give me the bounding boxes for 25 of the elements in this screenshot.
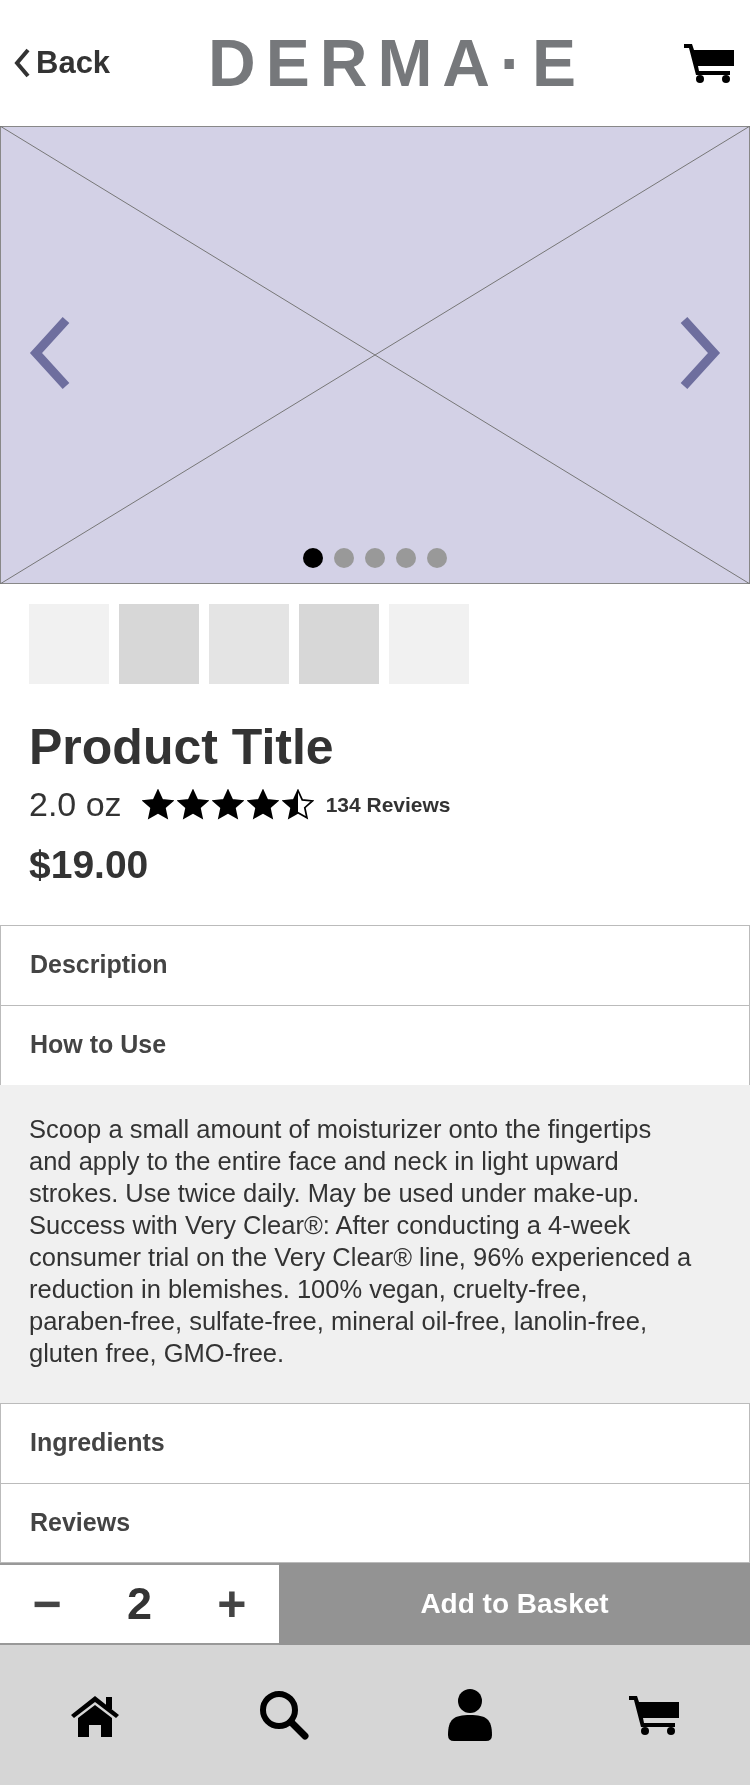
chevron-left-icon [14,48,30,78]
product-title: Product Title [29,720,335,775]
cart-icon[interactable] [684,42,736,84]
user-icon[interactable] [447,1688,492,1741]
review-count[interactable]: 134 Reviews [325,788,451,821]
accordion-header[interactable]: Description [0,924,750,1005]
thumbnail[interactable] [299,604,379,684]
product-size: 2.0 oz [29,784,122,825]
cart-icon[interactable] [629,1693,682,1736]
back-link[interactable]: Back [14,39,111,87]
minus-button[interactable]: − [32,1578,62,1629]
thumbnail[interactable] [119,604,199,684]
accordion-header[interactable]: Ingredients [0,1402,750,1483]
body-paragraph: Success with Very Clear®: After conducting a 4-week consumer trial on the Very Clear® line, 96% experienced a reduction in blemishes. 100% vegan, cruelty-free, paraben-free, sulfate-free, mineral oil-free, lanolin-free, gluten free, GMO-free. [29,1209,693,1369]
next-button[interactable] [678,316,722,390]
plus-button[interactable]: + [217,1578,247,1629]
quantity-value: 2 [127,1576,152,1631]
accordion-header[interactable]: How to Use [0,1004,750,1085]
search-icon[interactable] [258,1688,311,1741]
brand-logo: DERMA·E [208,30,587,96]
product-price: $19.00 [29,842,150,888]
thumbnail[interactable] [209,604,289,684]
previous-button[interactable] [28,316,72,390]
accordion-header[interactable]: Reviews [0,1482,750,1563]
body-paragraph: Scoop a small amount of moisturizer onto the fingertips and apply to the entire face and neck in light upward strokes. Use twice daily. May be used under make-up. [29,1113,653,1209]
